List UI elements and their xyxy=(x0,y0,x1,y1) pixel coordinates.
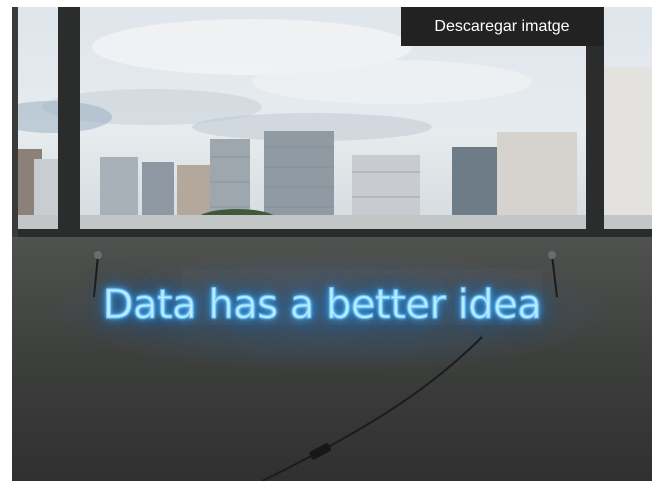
photo xyxy=(12,7,652,481)
image-viewer: Data has a better idea Descaregar imatge xyxy=(0,0,656,481)
neon-sign-text: Data has a better idea xyxy=(102,282,542,329)
download-image-button[interactable]: Descaregar imatge xyxy=(401,7,603,46)
photo-scene xyxy=(12,7,652,481)
